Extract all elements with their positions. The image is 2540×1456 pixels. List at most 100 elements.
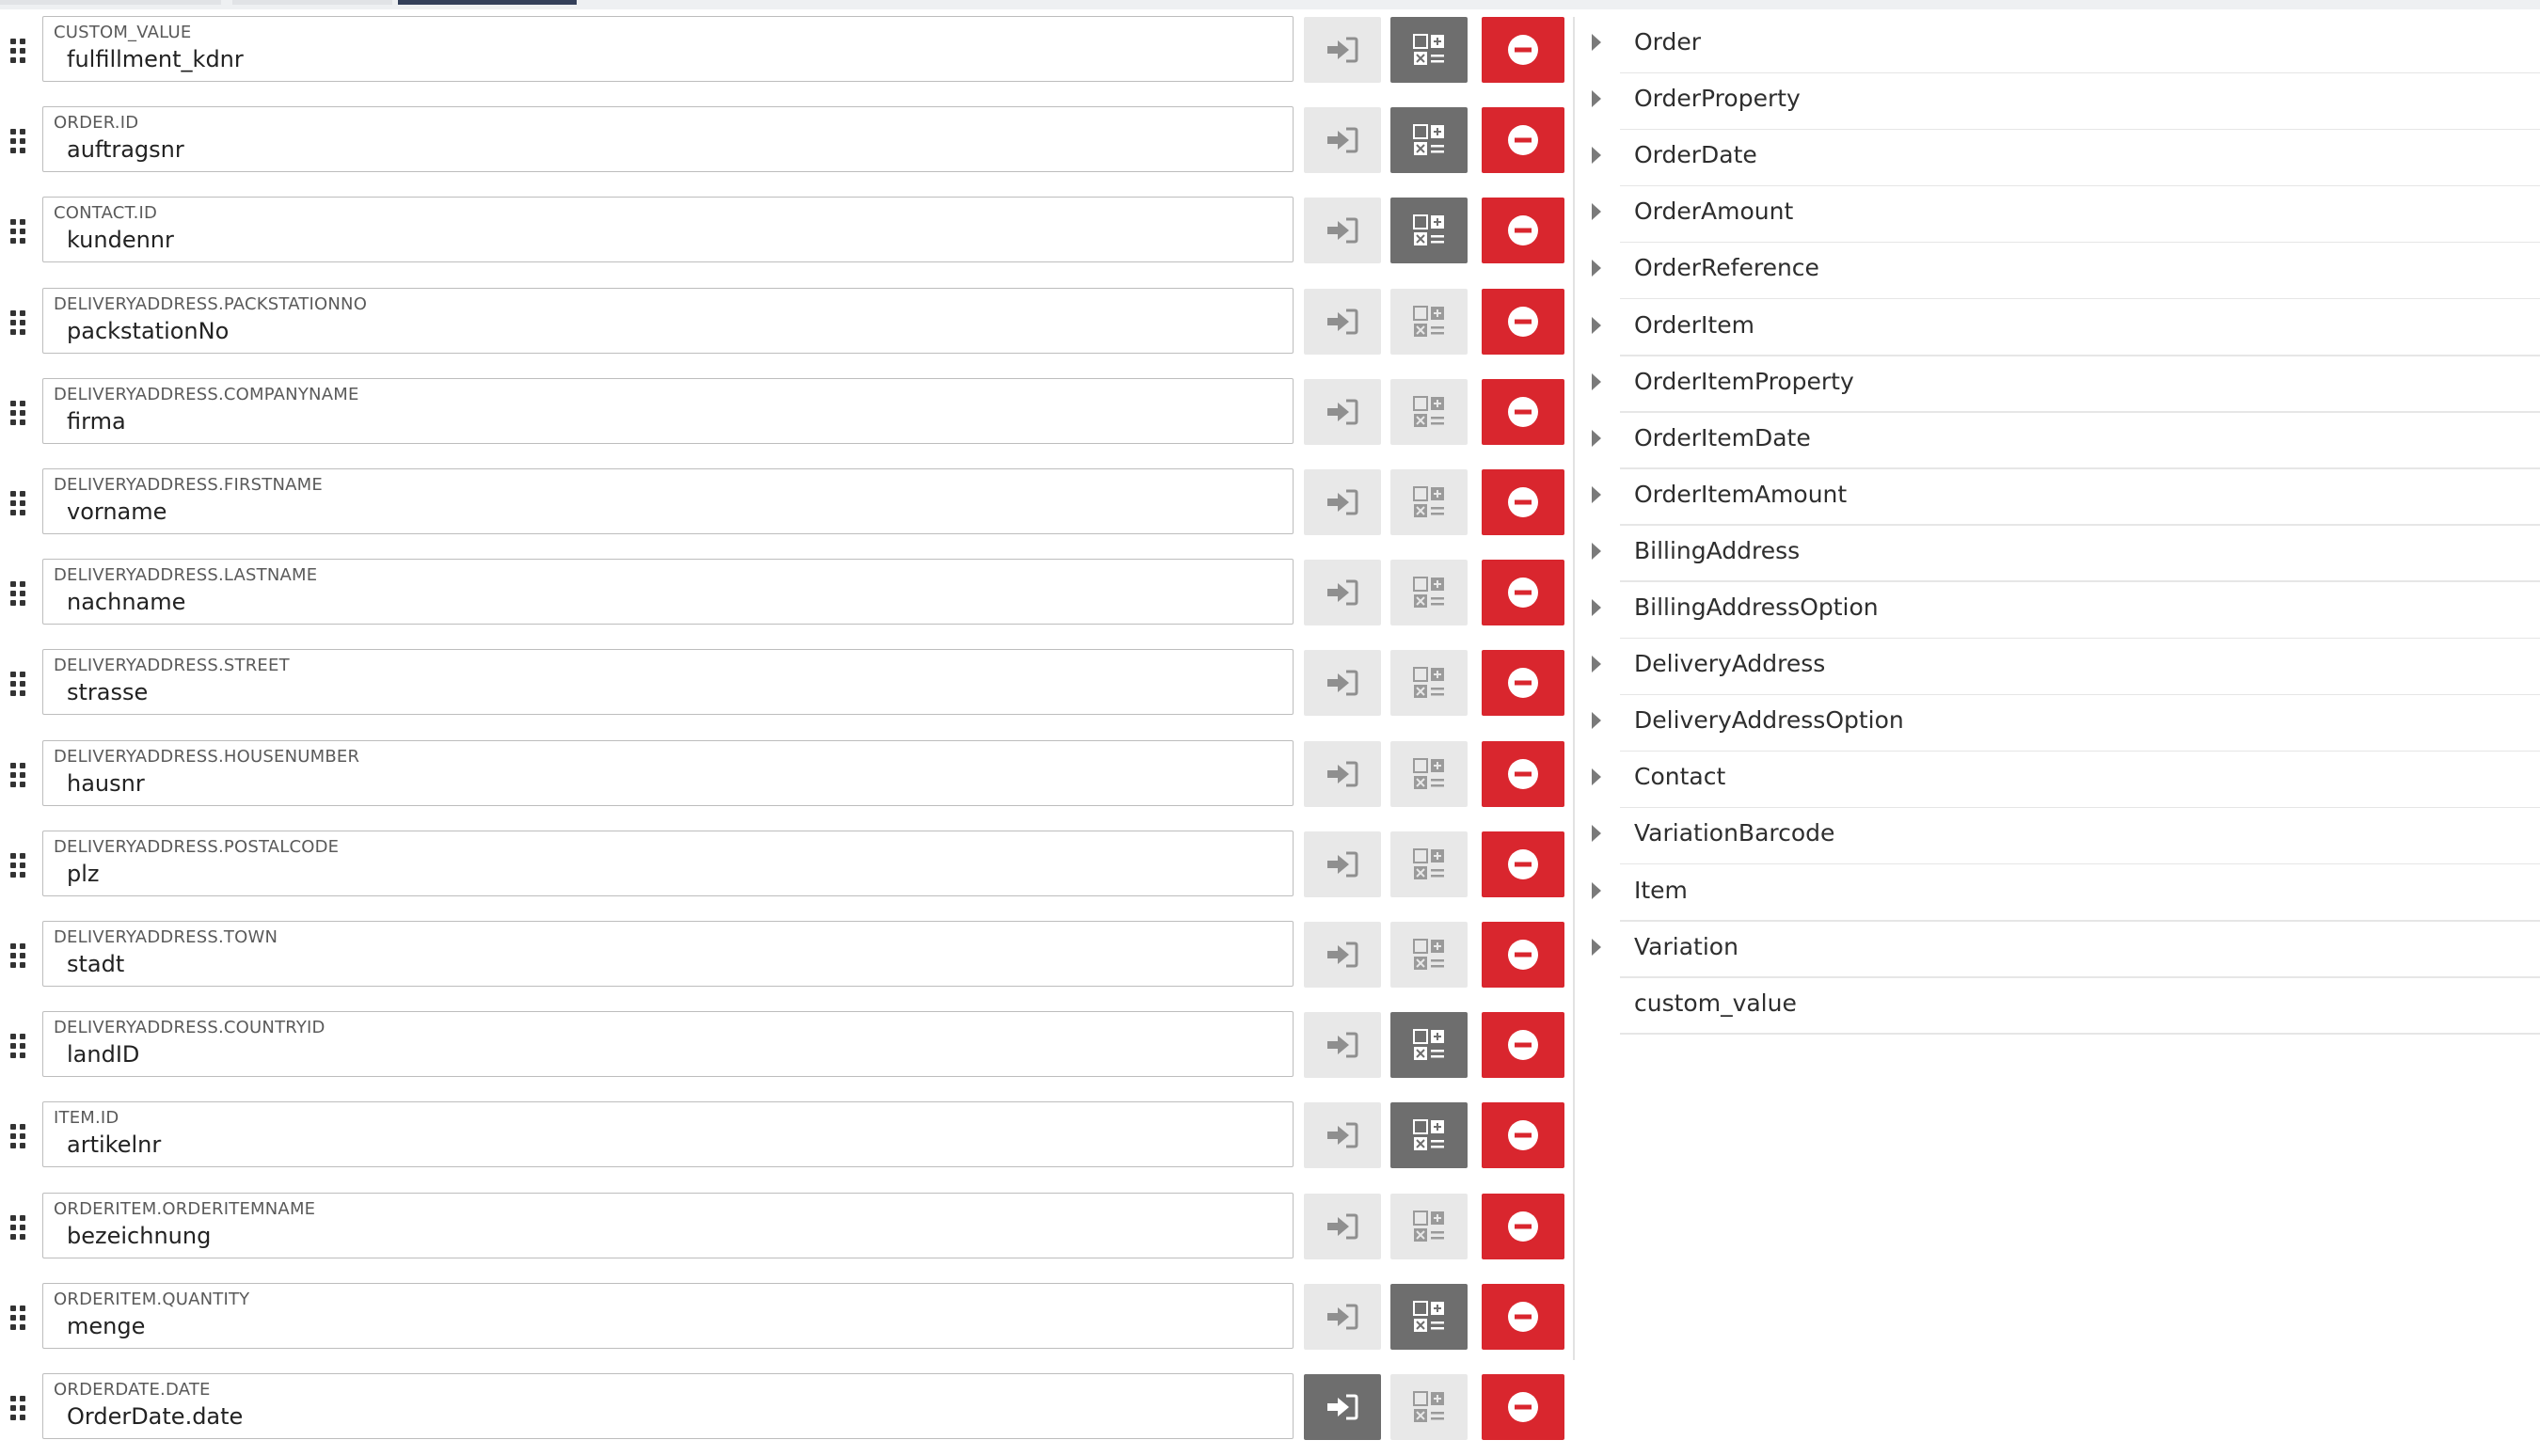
mapping-field[interactable]: ORDER.ID bbox=[42, 106, 1294, 173]
insert-field-button[interactable] bbox=[1304, 922, 1381, 988]
calculation-button[interactable] bbox=[1390, 922, 1468, 988]
drag-handle-icon[interactable] bbox=[10, 219, 29, 245]
remove-row-button[interactable] bbox=[1482, 831, 1564, 897]
tree-item[interactable]: Item bbox=[1590, 865, 2540, 922]
caret-right-icon[interactable] bbox=[1592, 825, 1601, 843]
tree-item[interactable]: OrderReference bbox=[1590, 243, 2540, 300]
tree-item[interactable]: DeliveryAddress bbox=[1590, 639, 2540, 696]
remove-row-button[interactable] bbox=[1482, 560, 1564, 626]
caret-right-icon[interactable] bbox=[1592, 203, 1601, 221]
tree-item[interactable]: custom_value bbox=[1590, 978, 2540, 1035]
drag-handle-icon[interactable] bbox=[10, 1396, 29, 1420]
field-value-input[interactable] bbox=[67, 1041, 1271, 1068]
caret-right-icon[interactable] bbox=[1592, 542, 1601, 560]
calculation-button[interactable] bbox=[1390, 198, 1468, 264]
caret-right-icon[interactable] bbox=[1592, 147, 1601, 165]
drag-handle-icon[interactable] bbox=[10, 1214, 29, 1240]
calculation-button[interactable] bbox=[1390, 1193, 1468, 1259]
insert-field-button[interactable] bbox=[1304, 831, 1381, 897]
tree-item[interactable]: OrderAmount bbox=[1590, 186, 2540, 244]
caret-right-icon[interactable] bbox=[1592, 712, 1601, 730]
tree-item[interactable]: Order bbox=[1590, 17, 2540, 73]
mapping-field[interactable]: CONTACT.ID bbox=[42, 197, 1294, 263]
drag-handle-icon[interactable] bbox=[10, 129, 29, 154]
drag-handle-icon[interactable] bbox=[10, 1124, 29, 1149]
drag-handle-icon[interactable] bbox=[10, 581, 29, 607]
caret-right-icon[interactable] bbox=[1592, 34, 1601, 51]
tab-2[interactable] bbox=[232, 0, 392, 5]
calculation-button[interactable] bbox=[1390, 107, 1468, 174]
tree-item[interactable]: OrderItemDate bbox=[1590, 413, 2540, 469]
remove-row-button[interactable] bbox=[1482, 469, 1564, 535]
mapping-field[interactable]: DELIVERYADDRESS.POSTALCODE bbox=[42, 830, 1294, 896]
drag-handle-icon[interactable] bbox=[10, 309, 29, 335]
drag-handle-icon[interactable] bbox=[10, 39, 29, 63]
remove-row-button[interactable] bbox=[1482, 288, 1564, 355]
calculation-button[interactable] bbox=[1390, 1102, 1468, 1169]
tree-item[interactable]: DeliveryAddressOption bbox=[1590, 695, 2540, 752]
calculation-button[interactable] bbox=[1390, 560, 1468, 626]
mapping-field[interactable]: DELIVERYADDRESS.LASTNAME bbox=[42, 559, 1294, 625]
drag-handle-icon[interactable] bbox=[10, 672, 29, 697]
insert-field-button[interactable] bbox=[1304, 650, 1381, 717]
tree-item[interactable]: Contact bbox=[1590, 752, 2540, 809]
drag-handle-icon[interactable] bbox=[10, 491, 29, 515]
caret-right-icon[interactable] bbox=[1592, 881, 1601, 899]
field-value-input[interactable] bbox=[67, 499, 1271, 525]
drag-handle-icon[interactable] bbox=[10, 1305, 29, 1330]
field-value-input[interactable] bbox=[67, 407, 1271, 435]
remove-row-button[interactable] bbox=[1482, 1283, 1564, 1350]
calculation-button[interactable] bbox=[1390, 469, 1468, 535]
field-value-input[interactable] bbox=[67, 769, 1271, 797]
insert-field-button[interactable] bbox=[1304, 560, 1381, 626]
insert-field-button[interactable] bbox=[1304, 17, 1381, 83]
insert-field-button[interactable] bbox=[1304, 1193, 1381, 1259]
drag-handle-icon[interactable] bbox=[10, 852, 29, 878]
caret-right-icon[interactable] bbox=[1592, 90, 1601, 108]
calculation-button[interactable] bbox=[1390, 740, 1468, 807]
insert-field-button[interactable] bbox=[1304, 288, 1381, 355]
caret-right-icon[interactable] bbox=[1592, 599, 1601, 616]
remove-row-button[interactable] bbox=[1482, 107, 1564, 174]
remove-row-button[interactable] bbox=[1482, 1102, 1564, 1169]
mapping-field[interactable]: ORDERITEM.QUANTITY bbox=[42, 1282, 1294, 1349]
field-value-input[interactable] bbox=[67, 1132, 1271, 1159]
remove-row-button[interactable] bbox=[1482, 922, 1564, 988]
calculation-button[interactable] bbox=[1390, 17, 1468, 83]
remove-row-button[interactable] bbox=[1482, 1193, 1564, 1259]
remove-row-button[interactable] bbox=[1482, 650, 1564, 717]
insert-field-button[interactable] bbox=[1304, 1283, 1381, 1350]
tree-item[interactable]: OrderItem bbox=[1590, 300, 2540, 356]
caret-right-icon[interactable] bbox=[1592, 768, 1601, 786]
caret-right-icon[interactable] bbox=[1592, 372, 1601, 390]
calculation-button[interactable] bbox=[1390, 288, 1468, 355]
caret-right-icon[interactable] bbox=[1592, 429, 1601, 447]
tree-item[interactable]: BillingAddressOption bbox=[1590, 582, 2540, 639]
field-value-input[interactable] bbox=[67, 951, 1271, 977]
drag-handle-icon[interactable] bbox=[10, 1034, 29, 1059]
mapping-field[interactable]: DELIVERYADDRESS.PACKSTATIONNO bbox=[42, 287, 1294, 354]
mapping-field[interactable]: DELIVERYADDRESS.STREET bbox=[42, 649, 1294, 716]
calculation-button[interactable] bbox=[1390, 650, 1468, 717]
field-value-input[interactable] bbox=[67, 227, 1271, 254]
insert-field-button[interactable] bbox=[1304, 469, 1381, 535]
calculation-button[interactable] bbox=[1390, 378, 1468, 445]
field-value-input[interactable] bbox=[67, 589, 1271, 616]
mapping-field[interactable]: DELIVERYADDRESS.TOWN bbox=[42, 921, 1294, 987]
field-value-input[interactable] bbox=[67, 679, 1271, 706]
remove-row-button[interactable] bbox=[1482, 1374, 1564, 1440]
mapping-field[interactable]: ORDERDATE.DATE bbox=[42, 1373, 1294, 1439]
mapping-field[interactable]: DELIVERYADDRESS.HOUSENUMBER bbox=[42, 739, 1294, 806]
mapping-field[interactable]: DELIVERYADDRESS.FIRSTNAME bbox=[42, 468, 1294, 534]
mapping-field[interactable]: DELIVERYADDRESS.COUNTRYID bbox=[42, 1011, 1294, 1078]
calculation-button[interactable] bbox=[1390, 1283, 1468, 1350]
field-value-input[interactable] bbox=[67, 46, 1271, 72]
field-value-input[interactable] bbox=[67, 136, 1271, 164]
field-value-input[interactable] bbox=[67, 1403, 1271, 1430]
tab-active[interactable] bbox=[398, 0, 577, 5]
insert-field-button[interactable] bbox=[1304, 198, 1381, 264]
remove-row-button[interactable] bbox=[1482, 378, 1564, 445]
calculation-button[interactable] bbox=[1390, 831, 1468, 897]
caret-right-icon[interactable] bbox=[1592, 656, 1601, 673]
drag-handle-icon[interactable] bbox=[10, 400, 29, 425]
